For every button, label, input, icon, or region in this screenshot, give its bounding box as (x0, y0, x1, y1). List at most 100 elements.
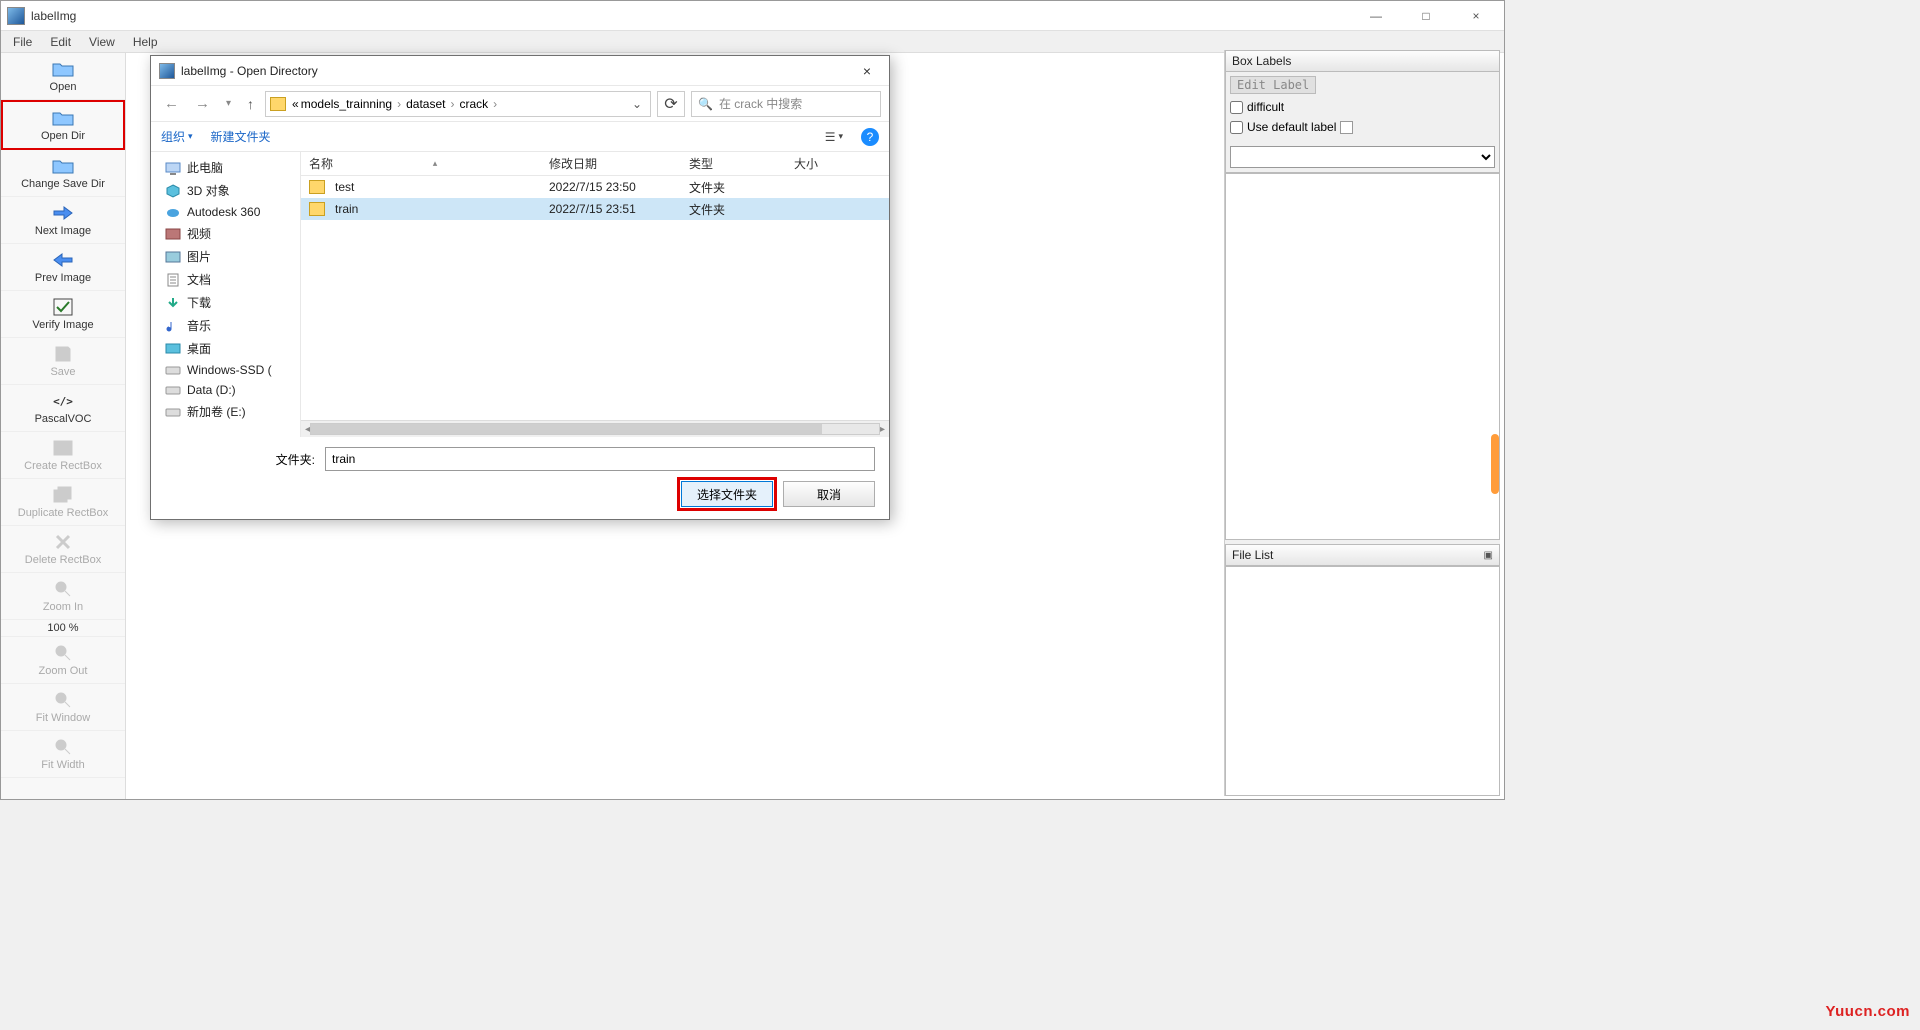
list-row[interactable]: train2022/7/15 23:51文件夹 (301, 198, 889, 220)
sort-asc-icon: ▴ (433, 158, 438, 169)
col-size-header[interactable]: 大小 (786, 155, 826, 172)
delete-rectbox-label: Delete RectBox (25, 554, 101, 566)
open-button[interactable]: Open (1, 53, 125, 100)
delete-rectbox-button[interactable]: Delete RectBox (1, 526, 125, 573)
nav-back-button[interactable]: ← (159, 95, 184, 112)
code-icon: </> (51, 391, 75, 411)
default-label-input[interactable] (1340, 121, 1353, 134)
tree-item-label: 3D 对象 (187, 182, 230, 199)
nav-history-dropdown[interactable]: ▾ (221, 98, 236, 109)
list-row[interactable]: test2022/7/15 23:50文件夹 (301, 176, 889, 198)
dialog-body: 此电脑 3D 对象 Autodesk 360 视频图片文档下载音乐桌面Windows-… (151, 152, 889, 437)
image-icon (165, 250, 181, 264)
create-rectbox-button[interactable]: Create RectBox (1, 432, 125, 479)
zoom-in-button[interactable]: Zoom In (1, 573, 125, 620)
menu-file[interactable]: File (5, 33, 40, 51)
tree-item-label: 下载 (187, 294, 211, 311)
tree-item[interactable]: 文档 (151, 268, 300, 291)
difficult-check-input[interactable] (1230, 101, 1243, 114)
tree-item[interactable]: Windows-SSD ( (151, 360, 300, 380)
zoom-out-icon (51, 643, 75, 663)
zoom-out-button[interactable]: Zoom Out (1, 637, 125, 684)
tree-item[interactable]: 音乐 (151, 314, 300, 337)
tree-item-label: 文档 (187, 271, 211, 288)
folder-name-input[interactable] (325, 447, 875, 471)
edit-label-button[interactable]: Edit Label (1230, 76, 1316, 94)
use-default-label-checkbox[interactable]: Use default label (1230, 120, 1495, 134)
maximize-button[interactable]: □ (1410, 6, 1442, 26)
duplicate-rectbox-button[interactable]: Duplicate RectBox (1, 479, 125, 526)
search-box[interactable]: 🔍 在 crack 中搜索 (691, 91, 881, 117)
menu-view[interactable]: View (81, 33, 123, 51)
next-image-button[interactable]: Next Image (1, 197, 125, 244)
arrow-left-icon (51, 250, 75, 270)
open-dir-button[interactable]: Open Dir (1, 100, 125, 150)
minimize-button[interactable]: — (1360, 6, 1392, 26)
scrollbar-thumb[interactable] (311, 424, 822, 434)
menu-help[interactable]: Help (125, 33, 166, 51)
breadcrumb-dropdown[interactable]: ⌄ (628, 97, 646, 111)
nav-tree[interactable]: 此电脑 3D 对象 Autodesk 360 视频图片文档下载音乐桌面Windows-… (151, 152, 301, 437)
zoom-level[interactable]: 100 % (1, 620, 125, 637)
save-button[interactable]: Save (1, 338, 125, 385)
nav-forward-button[interactable]: → (190, 95, 215, 112)
file-list-header: File List ▣ (1225, 544, 1500, 566)
tree-item[interactable]: Autodesk 360 (151, 202, 300, 222)
row-name: test (335, 180, 354, 194)
video-icon (165, 227, 181, 241)
label-list[interactable] (1225, 173, 1500, 540)
horizontal-scrollbar[interactable]: ◂ ▸ (301, 420, 889, 437)
search-icon: 🔍 (698, 97, 713, 111)
use-default-check-input[interactable] (1230, 121, 1243, 134)
col-type-header[interactable]: 类型 (681, 155, 786, 172)
change-save-dir-button[interactable]: Change Save Dir (1, 150, 125, 197)
difficult-checkbox[interactable]: difficult (1230, 100, 1495, 114)
fit-window-icon (51, 690, 75, 710)
tree-item[interactable]: 3D 对象 (151, 179, 300, 202)
fit-width-button[interactable]: Fit Width (1, 731, 125, 778)
new-folder-button[interactable]: 新建文件夹 (211, 128, 271, 145)
fit-window-button[interactable]: Fit Window (1, 684, 125, 731)
dock-icon[interactable]: ▣ (1484, 550, 1493, 561)
disk-icon (165, 383, 181, 397)
label-dropdown[interactable] (1230, 146, 1495, 168)
tree-item[interactable]: 下载 (151, 291, 300, 314)
scrollbar-thumb[interactable] (1491, 434, 1499, 494)
tree-item[interactable]: 图片 (151, 245, 300, 268)
prev-image-label: Prev Image (35, 272, 91, 284)
refresh-button[interactable]: ⟳ (657, 91, 685, 117)
cancel-button[interactable]: 取消 (783, 481, 875, 507)
col-date-header[interactable]: 修改日期 (541, 155, 681, 172)
nav-up-button[interactable]: ↑ (242, 96, 259, 112)
select-folder-button[interactable]: 选择文件夹 (681, 481, 773, 507)
folder-icon (270, 97, 286, 111)
breadcrumb-bar[interactable]: « models_trainning › dataset › crack › ⌄ (265, 91, 651, 117)
folder-icon (309, 202, 325, 216)
folder-save-icon (51, 156, 75, 176)
tree-item[interactable]: 新加卷 (E:) (151, 400, 300, 423)
help-icon[interactable]: ? (861, 128, 879, 146)
col-name-header[interactable]: 名称▴ (301, 155, 541, 172)
prev-image-button[interactable]: Prev Image (1, 244, 125, 291)
dialog-footer-input-row: 文件夹: (151, 437, 889, 471)
tree-item[interactable]: 视频 (151, 222, 300, 245)
tree-item-label: Autodesk 360 (187, 205, 260, 219)
breadcrumb-item-2[interactable]: dataset (406, 97, 445, 111)
close-button[interactable]: × (1460, 6, 1492, 26)
tree-item[interactable]: 桌面 (151, 337, 300, 360)
breadcrumb-item-3[interactable]: crack (459, 97, 488, 111)
tree-item[interactable]: 此电脑 (151, 156, 300, 179)
scroll-right-icon[interactable]: ▸ (880, 424, 885, 435)
tree-item[interactable]: Data (D:) (151, 380, 300, 400)
dialog-close-button[interactable]: × (853, 63, 881, 79)
menu-edit[interactable]: Edit (42, 33, 79, 51)
file-list-body[interactable] (1225, 566, 1500, 796)
breadcrumb-item-1[interactable]: models_trainning (301, 97, 392, 111)
next-image-label: Next Image (35, 225, 91, 237)
view-mode-button[interactable]: ☰ ▾ (825, 130, 843, 144)
verify-image-button[interactable]: Verify Image (1, 291, 125, 338)
pascalvoc-button[interactable]: </> PascalVOC (1, 385, 125, 432)
organize-button[interactable]: 组织▾ (161, 128, 193, 145)
list-rows[interactable]: test2022/7/15 23:50文件夹train2022/7/15 23:… (301, 176, 889, 420)
box-labels-header: Box Labels (1225, 50, 1500, 72)
